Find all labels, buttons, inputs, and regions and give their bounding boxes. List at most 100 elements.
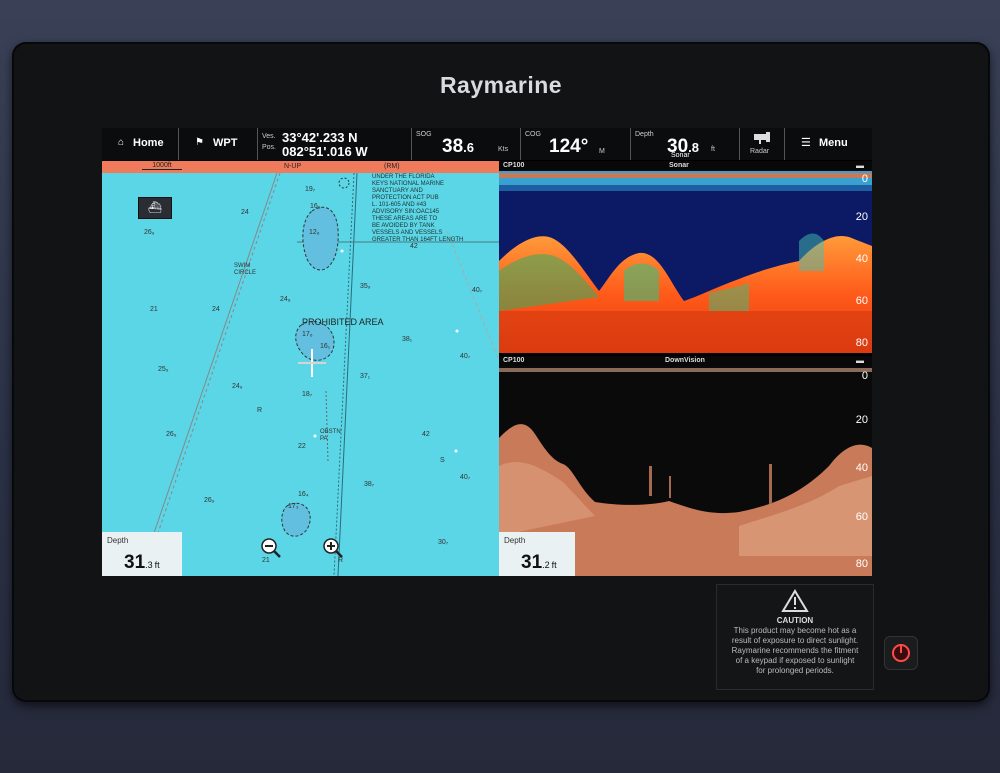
menu-icon: ☰ <box>801 137 811 149</box>
circle-label: CIRCLE <box>234 270 257 276</box>
downvision-header: CP100 DownVision ▬ <box>499 356 872 366</box>
chart-depth-box: Depth 31.3 ft <box>102 532 182 576</box>
swim-label: SWIM <box>234 263 251 269</box>
downvision-depth-box: Depth 31.2 ft <box>499 532 575 576</box>
zoom-out-button[interactable] <box>260 537 282 559</box>
sonar-scale-0: 0 <box>861 173 868 185</box>
nautical-chart[interactable]: 1000ft N-UP (RM) UNDER THE FLORIDA KEYS … <box>102 161 499 576</box>
sounding: 21 <box>150 306 158 313</box>
waypoint-flag-icon: ⚑ <box>195 137 204 148</box>
downvision-scale-0: 0 <box>861 370 868 382</box>
chart-depth-label: Depth <box>107 536 129 545</box>
caution-line: of a keypad if exposed to sunlight <box>735 656 855 665</box>
sonar-image <box>499 171 872 353</box>
caution-line: result of exposure to direct sunlight. <box>731 636 859 645</box>
downvision-depth-value: 31.2 ft <box>521 552 557 573</box>
downvision-panel[interactable]: CP100 DownVision ▬ 0 20 40 60 80 Depth 3… <box>499 356 872 576</box>
sonar-scale-60: 60 <box>855 295 868 307</box>
sounding: 38₇ <box>364 481 375 488</box>
sounding: 16₄ <box>298 491 309 498</box>
sonar-scale-20: 20 <box>855 211 868 223</box>
caution-line: This product may become hot as a <box>733 626 857 635</box>
sounding: 35₉ <box>360 283 371 290</box>
home-label: Home <box>133 137 164 149</box>
cog-unit: M <box>599 148 605 155</box>
zoom-in-icon <box>323 538 343 558</box>
radar-button[interactable]: Radar <box>740 128 785 160</box>
sonar-boat-icon: ▬ <box>856 161 864 170</box>
sounding: 17₆ <box>302 331 313 338</box>
sounding: 12₆ <box>309 229 320 236</box>
radar-label: Radar <box>750 148 770 155</box>
sonar-scale-80: 80 <box>855 337 868 349</box>
caution-label: CAUTION This product may become hot as a… <box>716 584 874 690</box>
sounding: 19₇ <box>305 186 316 193</box>
sonar-title: Sonar <box>669 162 689 169</box>
pa-label: PA <box>320 436 328 442</box>
downvision-title: DownVision <box>665 357 705 364</box>
sog-unit: Kts <box>498 146 509 153</box>
vessel-position-cell: Ves. Pos. 33°42'.233 N 082°51'.016 W <box>258 128 412 160</box>
cog-label: COG <box>525 131 541 138</box>
sounding: 37₁ <box>360 373 371 380</box>
display-screen: ⌂ Home ⚑ WPT Ves. Pos. 33°42'.233 N 082°… <box>102 128 872 576</box>
vessel-icon[interactable]: ⛴ <box>138 197 172 219</box>
sog-value: 38.6 <box>442 136 474 157</box>
sounding: 18₇ <box>302 391 313 398</box>
prohibited-area-label: PROHIBITED AREA <box>302 317 384 327</box>
depth-unit: ft <box>711 146 715 153</box>
wpt-button[interactable]: ⚑ WPT <box>179 128 258 160</box>
downvision-depth-label: Depth <box>504 536 526 545</box>
sonar-source-label: Sonar <box>671 152 690 159</box>
sounding: S <box>440 457 445 464</box>
sounding: 26₉ <box>144 229 155 236</box>
sounding: 42 <box>422 431 430 438</box>
power-button[interactable] <box>884 636 918 670</box>
sounding: 16₃ <box>310 203 321 210</box>
sounding: 24 <box>212 306 220 313</box>
downvision-scale-80: 80 <box>855 558 868 570</box>
wpt-label: WPT <box>213 137 238 149</box>
sounding: 40₇ <box>460 474 471 481</box>
sounding: 40₇ <box>472 287 483 294</box>
downvision-scale-40: 40 <box>855 462 868 474</box>
downvision-scale-20: 20 <box>855 414 868 426</box>
ves-label: Ves. <box>262 133 276 140</box>
caution-title: CAUTION <box>776 616 814 625</box>
sog-cell: SOG 38.6 Kts <box>412 128 521 160</box>
sonar-header: CP100 Sonar ▬ <box>499 161 872 171</box>
longitude-value: 082°51'.016 W <box>282 144 368 159</box>
chart-depth-value: 31.3 ft <box>124 552 160 573</box>
sog-label: SOG <box>416 131 432 138</box>
latitude-value: 33°42'.233 N <box>282 130 358 145</box>
sounding: 25₉ <box>158 366 169 373</box>
depth-label: Depth <box>635 131 654 138</box>
sounding: 22 <box>298 443 306 450</box>
sounding: 24₈ <box>280 296 291 303</box>
cog-cell: COG 124° M <box>521 128 631 160</box>
warning-icon <box>781 589 809 612</box>
sounding: 40₇ <box>460 353 471 360</box>
zoom-out-icon <box>261 538 281 558</box>
caution-line: Raymarine recommends the fitment <box>731 646 859 655</box>
sonar-panel[interactable]: CP100 Sonar ▬ 0 20 40 60 80 <box>499 161 872 353</box>
depth-cell: Depth 30.8 ft Sonar <box>631 128 740 160</box>
menu-button[interactable]: ☰ Menu <box>785 128 872 160</box>
chart-notice: UNDER THE FLORIDA KEYS NATIONAL MARINE SAN… <box>372 174 464 243</box>
sounding: 38₁ <box>402 336 413 343</box>
obstruction-label: OBSTN <box>320 429 341 435</box>
downvision-source: CP100 <box>503 357 525 364</box>
brand-logo: Raymarine <box>439 72 563 98</box>
zoom-in-button[interactable] <box>322 537 344 559</box>
sounding: 16₁ <box>320 343 331 350</box>
sounding: R <box>257 407 263 414</box>
power-icon <box>892 644 910 662</box>
sonar-scale-40: 40 <box>855 253 868 265</box>
cog-value: 124° <box>549 136 589 157</box>
menu-label: Menu <box>819 137 848 149</box>
top-bar: ⌂ Home ⚑ WPT Ves. Pos. 33°42'.233 N 082°… <box>102 128 872 160</box>
home-icon: ⌂ <box>118 137 125 148</box>
home-button[interactable]: ⌂ Home <box>102 128 179 160</box>
sounding: 24 <box>241 209 249 216</box>
sounding: 26₉ <box>204 497 215 504</box>
